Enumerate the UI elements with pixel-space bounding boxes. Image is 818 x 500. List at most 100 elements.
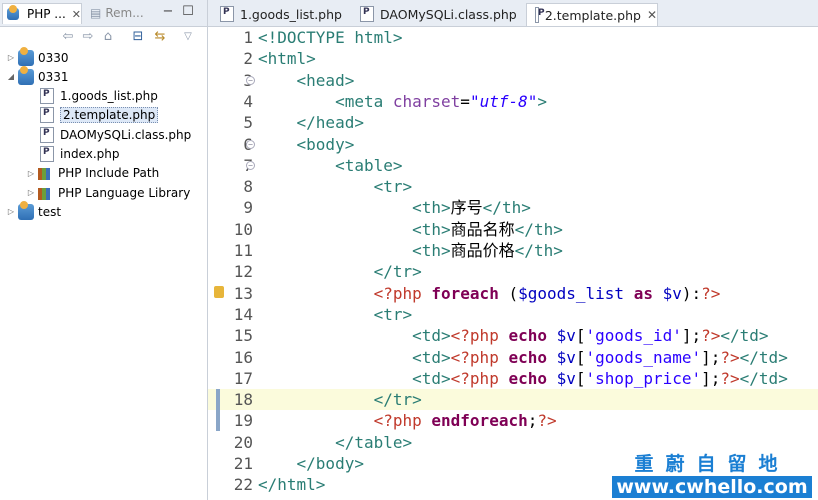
php-file-icon: [40, 88, 54, 105]
code-line[interactable]: 13 <?php foreach ($goods_list as $v):?>: [208, 283, 818, 304]
line-number: 4: [243, 91, 253, 111]
code-line[interactable]: 2 <html>: [208, 48, 818, 69]
code-token: <meta: [335, 91, 393, 111]
tree-project[interactable]: ▷ 0330: [6, 46, 69, 67]
php-project-icon: [18, 65, 34, 85]
view-menu-icon[interactable]: ▽: [180, 29, 196, 45]
code-line[interactable]: 3− <head>: [208, 70, 818, 91]
code-text: <table>: [258, 155, 402, 176]
code-line[interactable]: 4 <meta charset="utf-8">: [208, 91, 818, 112]
close-icon[interactable]: ✕: [72, 8, 81, 21]
code-token: echo: [508, 368, 547, 388]
code-line[interactable]: 16 <td><?php echo $v['goods_name'];?></t…: [208, 347, 818, 368]
minimize-icon[interactable]: −: [160, 4, 176, 20]
code-token: >: [537, 91, 548, 111]
collapsed-arrow-icon[interactable]: ▷: [26, 188, 36, 197]
code-text: <tr>: [258, 304, 413, 325]
tree-project[interactable]: ▷ test: [6, 200, 61, 221]
code-line[interactable]: 19 <?php endforeach;?>: [208, 410, 818, 432]
code-line[interactable]: 17 <td><?php echo $v['shop_price'];?></t…: [208, 368, 818, 389]
code-token: ?>: [720, 347, 740, 367]
tree-item[interactable]: ▷ PHP Language Library: [26, 183, 190, 202]
editor-tab[interactable]: DAOMySQLi.class.php: [352, 3, 520, 25]
code-area[interactable]: 1<!DOCTYPE html>2<html>3− <head>4 <meta …: [208, 27, 818, 500]
code-line[interactable]: 11 <th>商品价格</th>: [208, 240, 818, 261]
code-token: ?>: [701, 283, 721, 303]
tab-remote[interactable]: ▤ Rem...: [86, 3, 156, 23]
tree-item-label: DAOMySQLi.class.php: [60, 127, 192, 142]
code-token: $v: [556, 368, 576, 388]
code-line[interactable]: 10 <th>商品名称</th>: [208, 219, 818, 240]
code-line[interactable]: 15 <td><?php echo $v['goods_id'];?></td>: [208, 325, 818, 346]
code-line[interactable]: 14 <tr>: [208, 304, 818, 325]
php-file-icon: [40, 126, 54, 143]
project-explorer: PHP ... ✕ ▤ Rem... − ☐ ⇦ ⇨ ⌂ ⊟ ⇆ ▽ ▷ 0330…: [0, 0, 208, 500]
code-token: </head>: [296, 113, 364, 133]
expanded-arrow-icon[interactable]: ◢: [6, 72, 16, 81]
close-tab-icon[interactable]: ✕: [647, 8, 657, 22]
collapse-all-icon[interactable]: ⊟: [130, 29, 146, 45]
php-project-icon: [18, 46, 34, 66]
code-token: echo: [508, 326, 547, 346]
home-icon[interactable]: ⌂: [100, 29, 116, 45]
code-token: $v: [556, 347, 576, 367]
code-token: </th>: [514, 219, 563, 239]
tree-item[interactable]: 2.template.php: [26, 106, 159, 125]
code-token: </html>: [258, 475, 326, 495]
fold-toggle-icon[interactable]: −: [246, 160, 255, 170]
back-icon[interactable]: ⇦: [60, 29, 76, 45]
code-token: <?php: [450, 326, 509, 346]
code-token: </th>: [482, 198, 531, 218]
code-token: <?php: [450, 347, 509, 367]
code-token: $goods_list: [518, 283, 625, 303]
maximize-icon[interactable]: ☐: [180, 4, 196, 20]
tree-item[interactable]: 1.goods_list.php: [26, 87, 158, 106]
collapsed-arrow-icon[interactable]: ▷: [6, 53, 16, 62]
editor-tab[interactable]: 2.template.php ✕: [526, 3, 658, 26]
code-line[interactable]: 7− <table>: [208, 155, 818, 176]
line-number: 16: [233, 347, 253, 367]
forward-icon[interactable]: ⇨: [80, 29, 96, 45]
code-editor: 1.goods_list.php DAOMySQLi.class.php 2.tem…: [208, 0, 818, 500]
code-token: (: [498, 283, 519, 303]
tree-item-label: 0331: [38, 69, 69, 84]
code-line[interactable]: 12 </tr>: [208, 261, 818, 282]
code-token: <tr>: [373, 177, 413, 197]
code-token: <td>: [412, 368, 451, 388]
code-token: <td>: [412, 347, 451, 367]
code-text: </html>: [258, 474, 325, 495]
code-text: <head>: [258, 70, 355, 91]
tree-item[interactable]: index.php: [26, 145, 119, 164]
code-token: charset: [392, 91, 461, 111]
fold-toggle-icon[interactable]: −: [246, 75, 255, 85]
code-token: ];: [701, 347, 721, 367]
code-line[interactable]: 6− <body>: [208, 134, 818, 155]
code-token: <html>: [258, 49, 316, 69]
code-token: ];: [681, 326, 702, 346]
collapsed-arrow-icon[interactable]: ▷: [26, 169, 36, 178]
code-line[interactable]: 18 </tr>: [208, 389, 818, 411]
code-token: <head>: [296, 70, 355, 90]
code-line[interactable]: 9 <th>序号</th>: [208, 197, 818, 218]
code-line[interactable]: 1 <!DOCTYPE html>: [208, 27, 818, 48]
fold-toggle-icon[interactable]: −: [246, 139, 255, 149]
tree-project[interactable]: ◢ 0331: [6, 65, 69, 86]
tab-php-explorer[interactable]: PHP ... ✕: [2, 3, 82, 24]
tree-item[interactable]: ▷ PHP Include Path: [26, 164, 159, 183]
code-line[interactable]: 8 <tr>: [208, 176, 818, 197]
tree-item[interactable]: DAOMySQLi.class.php: [26, 125, 191, 144]
code-line[interactable]: 5 </head>: [208, 112, 818, 133]
code-text: </tr>: [258, 389, 422, 410]
watermark-url: www.cwhello.com: [612, 476, 812, 498]
link-with-editor-icon[interactable]: ⇆: [152, 29, 168, 45]
collapsed-arrow-icon[interactable]: ▷: [6, 207, 16, 216]
editor-tab[interactable]: 1.goods_list.php: [212, 3, 348, 25]
